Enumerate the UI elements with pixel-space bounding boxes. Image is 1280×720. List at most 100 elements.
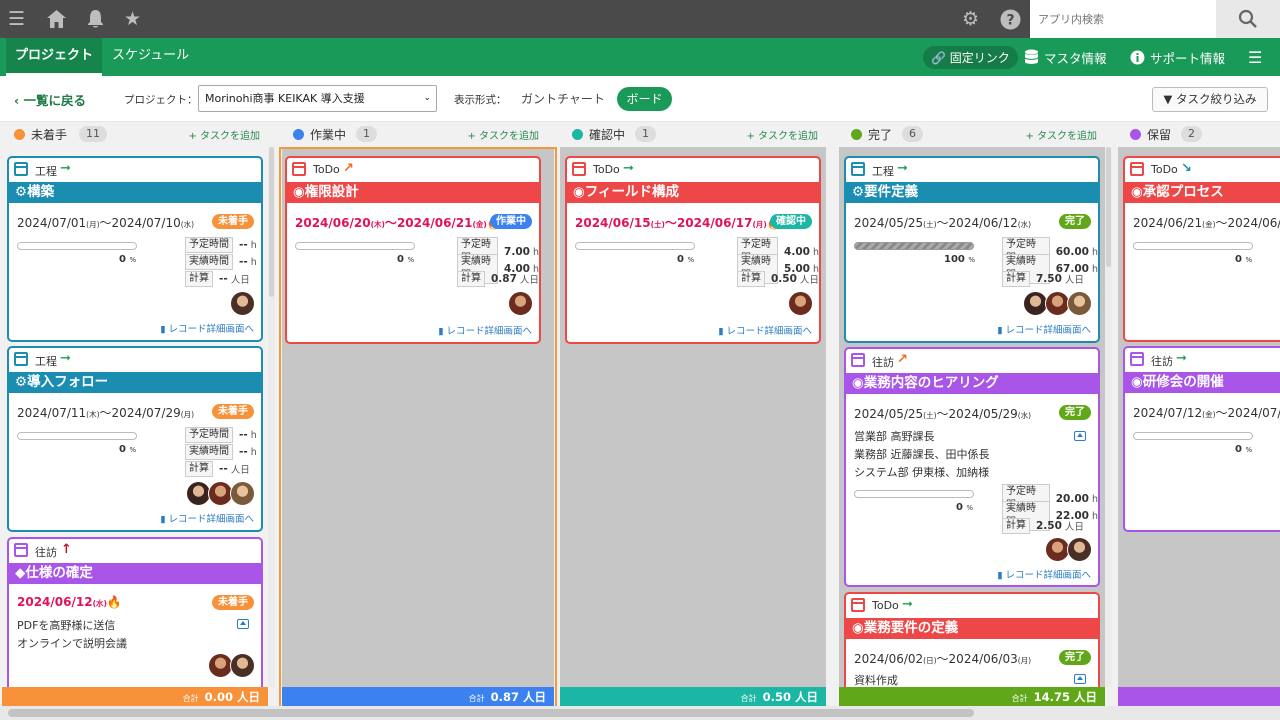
scrollbar-thumb[interactable]	[8, 709, 974, 717]
column-total	[1118, 687, 1280, 707]
record-detail-link[interactable]: ▮ レコード詳細画面へ	[997, 322, 1091, 336]
task-title: ◆仕様の確定	[9, 563, 261, 584]
record-detail-link[interactable]: ▮ レコード詳細画面へ	[160, 511, 254, 525]
task-card[interactable]: ToDo ➞ ◉業務要件の定義 2024/06/02(日)～2024/06/03(…	[844, 592, 1100, 687]
task-type: 往訪	[35, 546, 57, 559]
document-icon: ▮	[438, 326, 444, 337]
task-title: ◉研修会の開催	[1125, 372, 1280, 393]
task-dates: 2024/06/02(日)～2024/06/03(月)	[854, 652, 1032, 666]
gantt-chart-button[interactable]: ガントチャート	[521, 90, 605, 107]
task-card[interactable]: 工程 ➞ ⚙要件定義 2024/05/25(土)～2024/06/12(水) 完了…	[844, 156, 1100, 343]
planned-time-row: 予定時間 -- h	[185, 427, 257, 443]
task-type: ToDo	[872, 599, 899, 612]
task-card[interactable]: ToDo↗ ◉権限設計 2024/06/20(木)～2024/06/21(金)🔥…	[285, 156, 541, 344]
task-card[interactable]: 工程 ➞ ⚙構築 2024/07/01(月)～2024/07/10(水) 未着手 …	[7, 156, 263, 342]
document-icon: ▮	[997, 570, 1003, 581]
menu-icon[interactable]: ☰	[1248, 38, 1262, 76]
calendar-icon	[14, 162, 28, 176]
assignee-avatars	[508, 291, 533, 316]
tab-schedule[interactable]: スケジュール	[112, 38, 189, 76]
task-card[interactable]: ToDo↘ ◉承認プロセス 2024/06/21(金)～2024/06/22 0…	[1123, 156, 1280, 342]
task-note: 営業部 高野課長 業務部 近藤課長、田中係長 システム部 伊東様、加納様	[854, 430, 990, 479]
star-icon[interactable]: ★	[124, 9, 141, 29]
home-icon[interactable]	[46, 9, 67, 33]
column-total: 合計 0.50 人日	[560, 687, 826, 707]
task-card[interactable]: 往訪 ↗ ◉業務内容のヒアリング 2024/05/25(土)～2024/05/29…	[844, 347, 1100, 587]
column-name: 未着手	[31, 128, 68, 142]
help-icon[interactable]: ?	[1000, 9, 1021, 34]
task-card[interactable]: 工程 ➞ ⚙導入フォロー 2024/07/11(木)～2024/07/29(月) …	[7, 346, 263, 532]
task-type: 工程	[872, 165, 894, 178]
calc-row: 計算 0.50 人日	[737, 271, 819, 287]
search-input[interactable]	[1030, 0, 1216, 38]
task-type: ToDo	[313, 163, 340, 176]
record-detail-link[interactable]: ▮ レコード詳細画面へ	[160, 321, 254, 335]
record-detail-link[interactable]: ▮ レコード詳細画面へ	[997, 567, 1091, 581]
avatar	[1067, 537, 1092, 562]
process-icon: ⚙	[15, 184, 28, 200]
avatar	[1067, 291, 1092, 316]
gear-icon[interactable]: ⚙	[962, 9, 979, 29]
add-task-link[interactable]: + タスクを追加	[746, 127, 818, 142]
record-detail-link[interactable]: ▮ レコード詳細画面へ	[718, 323, 812, 337]
process-icon: ⚙	[15, 374, 28, 390]
expand-icon[interactable]	[1074, 431, 1086, 441]
progress-bar	[854, 242, 974, 250]
priority-arrow-right-icon: ➞	[897, 161, 908, 176]
bell-icon[interactable]	[86, 9, 105, 33]
task-title: ◉業務要件の定義	[846, 618, 1098, 639]
document-icon: ▮	[160, 514, 166, 525]
task-card[interactable]: ToDo ➞ ◉フィールド構成 2024/06/15(土)～2024/06/17(…	[565, 156, 821, 344]
fixed-link-button[interactable]: 🔗 固定リンク	[923, 38, 1018, 76]
column-scrollbar[interactable]	[268, 147, 275, 687]
column-total: 合計 0.00 人日	[2, 687, 268, 707]
add-task-link[interactable]: + タスクを追加	[188, 127, 260, 142]
column-body: 工程 ➞ ⚙構築 2024/07/01(月)～2024/07/10(水) 未着手 …	[2, 147, 268, 687]
status-dot-icon	[851, 129, 862, 140]
record-detail-link[interactable]: ▮ レコード詳細画面へ	[438, 323, 532, 337]
add-task-link[interactable]: + タスクを追加	[1025, 127, 1097, 142]
board-view-button[interactable]: ボード	[617, 87, 672, 111]
task-dates: 2024/06/20(木)～2024/06/21(金)🔥	[295, 214, 502, 231]
search-button[interactable]	[1216, 0, 1280, 38]
avatar	[230, 481, 255, 506]
master-info-button[interactable]: マスタ情報	[1024, 38, 1107, 76]
progress-percent: 0 %	[1235, 254, 1253, 265]
column-count: 1	[356, 126, 377, 142]
task-note: 資料作成	[854, 674, 898, 687]
task-type: ToDo	[1151, 163, 1178, 176]
calendar-icon	[1130, 162, 1144, 176]
task-card[interactable]: 往訪➞ ◉研修会の開催 2024/07/12(金)～2024/07/19 0 %	[1123, 346, 1280, 532]
column-reviewing: 確認中 1 + タスクを追加 ToDo ➞ ◉フィールド構成 2024/06/15…	[558, 122, 828, 707]
task-title: ⚙導入フォロー	[9, 372, 261, 393]
calc-row: 計算 -- 人日	[185, 271, 250, 287]
calendar-icon	[292, 162, 306, 176]
support-info-button[interactable]: サポート情報	[1130, 38, 1225, 76]
expand-icon[interactable]	[237, 619, 249, 629]
column-body: 工程 ➞ ⚙要件定義 2024/05/25(土)～2024/06/12(水) 完了…	[839, 147, 1105, 687]
hamburger-menu-icon[interactable]: ☰	[8, 9, 25, 29]
task-filter-button[interactable]: ▼ タスク絞り込み	[1152, 87, 1268, 112]
calc-row: 計算 0.87 人日	[457, 271, 539, 287]
back-to-list-link[interactable]: ‹ 一覧に戻る	[14, 90, 86, 109]
svg-text:?: ?	[1006, 13, 1014, 29]
tab-project[interactable]: プロジェクト	[6, 38, 103, 76]
project-select[interactable]: Morinohi商事 KEIKAK 導入支援 ⌄	[198, 85, 437, 112]
calendar-icon	[851, 162, 865, 176]
task-title: ◉フィールド構成	[567, 182, 819, 203]
progress-percent: 0 %	[1235, 444, 1253, 455]
column-header: 完了 6 + タスクを追加	[837, 122, 1107, 146]
add-task-link[interactable]: + タスクを追加	[467, 127, 539, 142]
calc-row: 計算 7.50 人日	[1002, 271, 1084, 287]
priority-arrow-right-icon: ➞	[623, 161, 634, 176]
column-header: 保留 2	[1116, 122, 1280, 146]
document-icon: ▮	[718, 326, 724, 337]
column-not-started: 未着手 11 + タスクを追加 工程 ➞ ⚙構築 2024/07/01(月)～20…	[0, 122, 275, 707]
status-badge: 完了	[1059, 214, 1091, 229]
horizontal-scrollbar[interactable]	[0, 706, 1280, 720]
assignee-avatars	[186, 481, 255, 506]
task-dates: 2024/05/25(土)～2024/05/29(水)	[854, 407, 1032, 421]
column-scrollbar[interactable]	[1105, 147, 1112, 687]
expand-icon[interactable]	[1074, 674, 1086, 684]
task-card[interactable]: 往訪 ↑ ◆仕様の確定 2024/06/12(水)🔥 未着手 PDFを高野様に送信…	[7, 537, 263, 687]
